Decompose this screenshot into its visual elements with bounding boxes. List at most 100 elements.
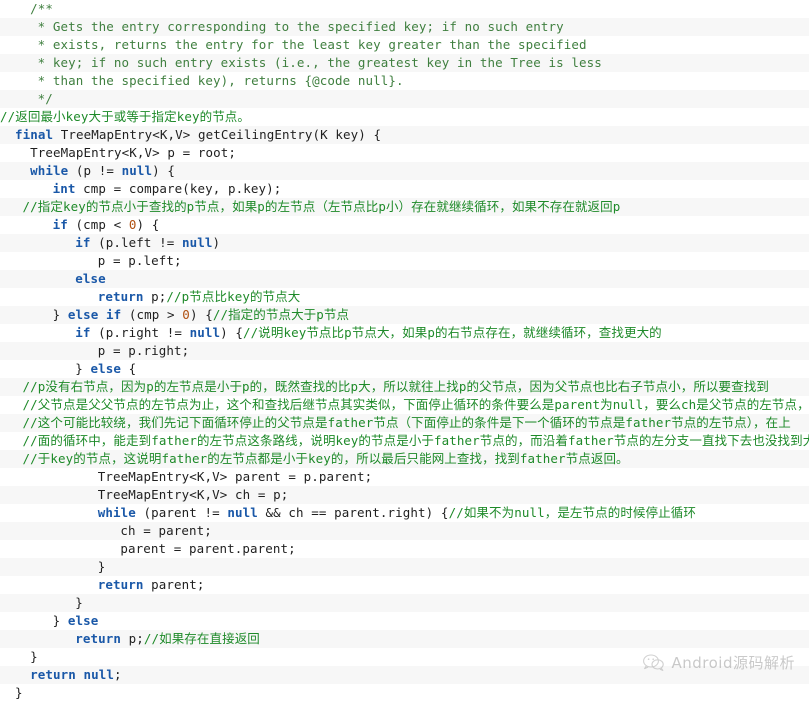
code-token-kw: null [83,667,114,682]
code-token-plain: parent; [143,577,205,592]
code-line: while (p != null) { [0,162,809,180]
code-token-cmt: * than the specified key), returns {@cod… [37,73,404,88]
code-line: //p没有右节点，因为p的左节点是小于p的，既然查找的比p大，所以就往上找p的父… [0,378,809,396]
code-token-plain: } [75,361,91,376]
code-token-cmt-cn: //p没有右节点，因为p的左节点是小于p的，既然查找的比p大，所以就往上找p的父… [22,379,769,394]
code-token-kw: int [52,181,76,196]
code-line: } [0,684,809,702]
code-lines-container: /** * Gets the entry corresponding to the… [0,0,809,702]
code-token-cmt: /** [30,1,53,16]
code-line: //父节点是父父节点的左节点为止，这个和查找后继节点其实类似，下面停止循环的条件… [0,396,809,414]
code-token-cmt-cn: //指定key的节点小于查找的p节点，如果p的左节点（左节点比p小）存在就继续循… [22,199,621,214]
code-token-cmt-cn: //面的循环中，能走到father的左节点这条路线，说明key的节点是小于fat… [22,433,809,448]
code-viewer: /** * Gets the entry corresponding to the… [0,0,809,702]
code-line: else [0,270,809,288]
code-token-plain: ) [212,235,221,250]
code-token-plain: (p.left != [90,235,182,250]
code-line: TreeMapEntry<K,V> parent = p.parent; [0,468,809,486]
code-token-plain: } [15,685,23,700]
code-line: if (p.left != null) [0,234,809,252]
code-line: } else [0,612,809,630]
code-line: return parent; [0,576,809,594]
code-line: } else if (cmp > 0) {//指定的节点大于p节点 [0,306,809,324]
code-line: if (p.right != null) {//说明key节点比p节点大，如果p… [0,324,809,342]
code-token-plain: ) { [152,163,176,178]
code-token-cmt: */ [37,91,53,106]
code-token-plain: TreeMapEntry<K,V> parent = p.parent; [97,469,373,484]
code-token-plain: ; [114,667,122,682]
code-token-cmt: * Gets the entry corresponding to the sp… [37,19,564,34]
code-token-kw: if [75,235,91,250]
code-line: parent = parent.parent; [0,540,809,558]
code-line: //面的循环中，能走到father的左节点这条路线，说明key的节点是小于fat… [0,432,809,450]
code-token-plain: p; [143,289,167,304]
code-line: TreeMapEntry<K,V> ch = p; [0,486,809,504]
code-line: TreeMapEntry<K,V> p = root; [0,144,809,162]
code-line: * Gets the entry corresponding to the sp… [0,18,809,36]
code-line: return p;//如果存在直接返回 [0,630,809,648]
code-token-cmt: * key; if no such entry exists (i.e., th… [37,55,602,70]
code-line: p = p.left; [0,252,809,270]
code-token-cmt-cn: //这个可能比较绕，我们先记下面循环停止的父节点是father节点（下面停止的条… [22,415,791,430]
code-token-cmt-cn: //如果存在直接返回 [143,631,260,646]
code-token-plain: ) { [220,325,243,340]
code-line: final TreeMapEntry<K,V> getCeilingEntry(… [0,126,809,144]
code-token-kw: null [189,325,221,340]
code-token-plain: TreeMapEntry<K,V> getCeilingEntry(K key)… [53,127,382,142]
code-token-cmt-cn: //如果不为null，是左节点的时候停止循环 [448,505,696,520]
code-line: int cmp = compare(key, p.key); [0,180,809,198]
code-line: //这个可能比较绕，我们先记下面循环停止的父节点是father节点（下面停止的条… [0,414,809,432]
code-line: //于key的节点，这说明father的左节点都是小于key的，所以最后只能网上… [0,450,809,468]
code-line: } else { [0,360,809,378]
code-token-cmt-cn: //父节点是父父节点的左节点为止，这个和查找后继节点其实类似，下面停止循环的条件… [22,397,809,412]
code-token-kw: null [121,163,153,178]
code-token-kw: return [97,577,144,592]
code-token-cmt-cn: //于key的节点，这说明father的左节点都是小于key的，所以最后只能网上… [22,451,629,466]
code-token-plain: && ch == parent.right) { [257,505,449,520]
code-line: /** [0,0,809,18]
code-token-plain: (cmp < [67,217,129,232]
code-token-kw: null [181,235,213,250]
code-token-kw: if [52,217,68,232]
code-token-kw: else [67,613,99,628]
code-token-plain: ) { [189,307,213,322]
code-token-num: 0 [128,217,137,232]
code-token-plain: TreeMapEntry<K,V> ch = p; [97,487,289,502]
code-token-plain: (parent != [135,505,228,520]
code-token-plain: p; [120,631,144,646]
code-token-plain: parent = parent.parent; [120,541,296,556]
code-token-cmt-cn: //说明key节点比p节点大，如果p的右节点存在，就继续循环，查找更大的 [243,325,662,340]
code-token-kw: null [227,505,258,520]
code-token-kw: return [97,289,144,304]
code-token-cmt-cn: //p节点比key的节点大 [166,289,301,304]
code-token-plain: } [30,649,38,664]
code-line: return p;//p节点比key的节点大 [0,288,809,306]
code-line: * than the specified key), returns {@cod… [0,72,809,90]
code-line: if (cmp < 0) { [0,216,809,234]
code-line: //返回最小key大于或等于指定key的节点。 [0,108,809,126]
code-token-plain: (cmp > [121,307,183,322]
code-token-kw: else [75,271,106,286]
code-token-plain: } [52,613,68,628]
code-token-kw: if [75,325,91,340]
code-line: while (parent != null && ch == parent.ri… [0,504,809,522]
code-token-kw: return [30,667,76,682]
code-token-plain: ch = parent; [120,523,212,538]
code-token-plain: p = p.left; [97,253,182,268]
code-token-plain: } [75,595,83,610]
code-token-cmt: * exists, returns the entry for the leas… [37,37,587,52]
code-line: //指定key的节点小于查找的p节点，如果p的左节点（左节点比p小）存在就继续循… [0,198,809,216]
code-token-cmt-cn: //指定的节点大于p节点 [212,307,350,322]
code-line: } [0,594,809,612]
code-token-plain: cmp = compare(key, p.key); [75,181,282,196]
code-token-kw: while [30,163,69,178]
code-line: } [0,648,809,666]
code-token-kw: return [75,631,121,646]
code-line: ch = parent; [0,522,809,540]
code-token-plain: p = p.right; [97,343,190,358]
code-line: p = p.right; [0,342,809,360]
code-token-plain: (p.right != [90,325,190,340]
code-token-num: 0 [182,307,190,322]
code-token-plain: } [52,307,68,322]
code-token-plain: (p != [68,163,122,178]
